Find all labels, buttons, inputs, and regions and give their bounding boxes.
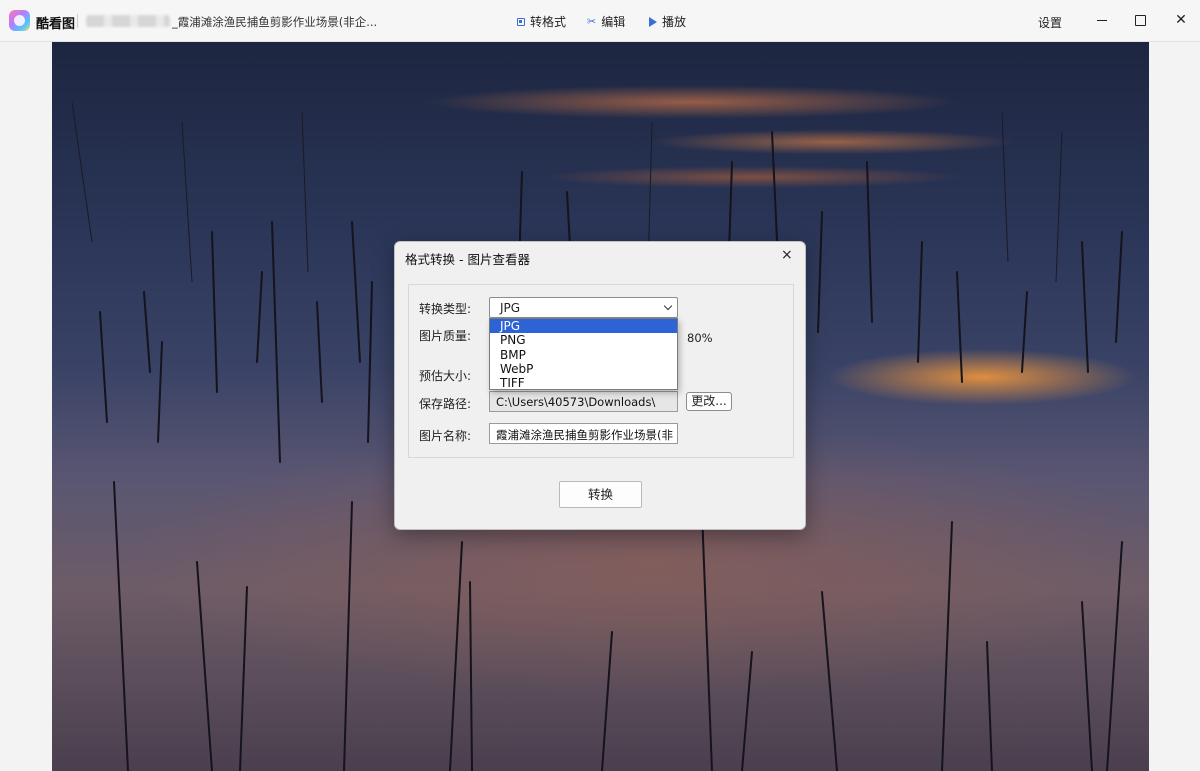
dialog-close-icon[interactable]: ×	[781, 247, 793, 263]
save-path-field[interactable]: C:\Users\40573\Downloads\	[489, 391, 678, 412]
convert-button[interactable]: 转换	[559, 481, 642, 508]
path-label: 保存路径:	[419, 397, 472, 411]
minimize-icon[interactable]	[1091, 10, 1113, 30]
quality-value: 80%	[687, 331, 713, 345]
convert-format-label: 转格式	[530, 15, 567, 29]
format-convert-dialog: 格式转换 - 图片查看器 × 转换类型: JPG 图片质量: 80% 预估大小:…	[394, 241, 806, 530]
close-window-icon[interactable]: ✕	[1170, 10, 1192, 30]
dropdown-option-webp[interactable]: WebP	[490, 362, 677, 376]
blurred-filename-prefix	[86, 15, 170, 27]
dropdown-option-bmp[interactable]: BMP	[490, 348, 677, 362]
play-icon	[649, 16, 657, 27]
type-select[interactable]: JPG	[489, 297, 678, 318]
edit-label: 编辑	[601, 15, 626, 29]
settings-button[interactable]: 设置	[1038, 14, 1062, 31]
title-divider	[77, 14, 78, 28]
app-logo-icon	[9, 10, 30, 31]
file-title: _霞浦滩涂渔民捕鱼剪影作业场景(非企...	[172, 15, 378, 29]
type-label: 转换类型:	[419, 302, 472, 316]
dropdown-option-tiff[interactable]: TIFF	[490, 376, 677, 390]
type-dropdown-list: JPG PNG BMP WebP TIFF	[489, 318, 678, 390]
size-label: 预估大小:	[419, 369, 472, 383]
type-select-value: JPG	[500, 301, 521, 315]
title-bar: 酷看图 _霞浦滩涂渔民捕鱼剪影作业场景(非企... 转格式 ✂ 编辑 播放 设置…	[0, 0, 1200, 42]
chevron-down-icon	[663, 301, 673, 311]
play-label: 播放	[662, 15, 687, 29]
play-button[interactable]: 播放	[649, 13, 686, 30]
dropdown-option-png[interactable]: PNG	[490, 333, 677, 347]
edit-button[interactable]: ✂ 编辑	[587, 13, 625, 30]
app-name: 酷看图	[36, 17, 76, 32]
maximize-icon[interactable]	[1129, 10, 1151, 30]
format-icon	[517, 17, 525, 26]
name-label: 图片名称:	[419, 429, 472, 443]
quality-label: 图片质量:	[419, 329, 472, 343]
dialog-title: 格式转换 - 图片查看器	[405, 252, 530, 267]
change-path-button[interactable]: 更改...	[686, 392, 732, 411]
convert-format-button[interactable]: 转格式	[517, 13, 566, 30]
image-name-field[interactable]: 霞浦滩涂渔民捕鱼剪影作业场景(非	[489, 423, 678, 444]
scissors-icon: ✂	[587, 15, 597, 28]
dropdown-option-jpg[interactable]: JPG	[490, 319, 677, 334]
